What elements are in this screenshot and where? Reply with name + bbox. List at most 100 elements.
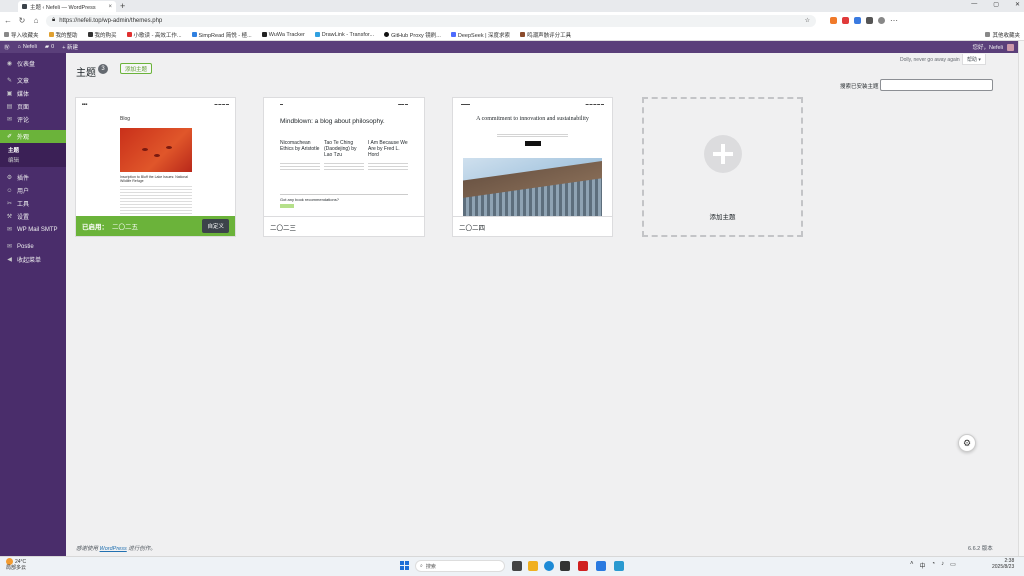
wordpress-favicon-icon (22, 4, 27, 9)
refresh-icon[interactable]: ↻ (18, 16, 26, 25)
wifi-icon[interactable]: ◔ (932, 561, 936, 570)
theme-card-active[interactable]: ■■■ ▬ ▬ ▬ ▬ Blog Inscription to Bluff the… (75, 97, 236, 237)
bookmark-item[interactable]: 我的整助 (48, 31, 78, 39)
preview-divider (280, 194, 408, 195)
comments-link[interactable]: ▰ 0 (45, 44, 54, 50)
bookmark-item[interactable]: WuWa Tracker (261, 32, 305, 38)
sidebar-item-posts[interactable]: ✎ 文章 (0, 74, 66, 87)
extension-icon[interactable] (866, 17, 873, 24)
tab-close-icon[interactable]: × (108, 4, 112, 10)
preview-question: Got any book recommendations? (280, 197, 339, 202)
edge-icon[interactable] (544, 561, 554, 571)
customize-button[interactable]: 自定义 (202, 219, 229, 233)
extension-icon[interactable] (854, 17, 861, 24)
media-icon: ▣ (6, 91, 13, 97)
page-scrollbar[interactable] (1018, 41, 1024, 556)
wps-icon[interactable] (578, 561, 588, 571)
bookmark-item[interactable]: 导入收藏夹 (4, 31, 39, 39)
theme-card[interactable]: ▬▬▬ ▬ ▬ ▬ ▬ ▬ A commitment to innovation … (452, 97, 613, 237)
taskbar-search[interactable]: ⌕ 搜索 (415, 560, 505, 572)
dashboard-icon: ◉ (6, 61, 13, 67)
bookmark-item[interactable]: DeepSeek | 深度求索 (450, 31, 510, 39)
home-icon: ⌂ (17, 44, 21, 50)
preview-post: Nicomachean Ethics by Aristotle (280, 140, 320, 152)
add-theme-card[interactable]: 添加主题 (642, 97, 803, 237)
wp-logo-icon[interactable]: Ⓦ (4, 43, 10, 51)
new-content-link[interactable]: + 新建 (62, 43, 78, 51)
taskbar-clock[interactable]: 2:38 2025/8/23 (992, 558, 1014, 570)
extension-icon[interactable] (830, 17, 837, 24)
sidebar-item-tools[interactable]: ✂ 工具 (0, 197, 66, 210)
profile-icon[interactable] (878, 17, 885, 24)
new-tab-button[interactable]: + (120, 1, 125, 11)
github-icon (384, 32, 390, 37)
sidebar-item-dashboard[interactable]: ◉ 仪表盘 (0, 57, 66, 70)
theme-card-footer: 二〇二四 (453, 216, 612, 236)
page-icon: ▤ (6, 104, 13, 110)
address-bar[interactable]: 🔒︎ https://nefeli.top/wp-admin/themes.ph… (46, 14, 816, 27)
preview-text-lines (280, 162, 320, 172)
preview-button (525, 141, 541, 146)
assistant-float-icon[interactable]: ⚙ (958, 434, 976, 452)
chevron-up-icon[interactable]: ˄ (910, 561, 914, 570)
sidebar-item-media[interactable]: ▣ 媒体 (0, 87, 66, 100)
bookmark-item[interactable]: 我的购买 (87, 31, 117, 39)
sidebar-item-pages[interactable]: ▤ 页面 (0, 100, 66, 113)
add-theme-button[interactable]: 添加主题 (120, 63, 153, 74)
star-icon[interactable]: ☆ (805, 17, 810, 24)
submenu-item-themes[interactable]: 主题 (0, 145, 66, 155)
ime-icon[interactable]: 中 (920, 561, 926, 570)
settings-icon: ⚒ (6, 214, 13, 220)
sidebar-item-postie[interactable]: ✉ Postie (0, 240, 66, 253)
theme-name: 二〇二五 (112, 224, 138, 231)
back-icon[interactable]: ← (4, 16, 12, 25)
brush-icon: ✐ (6, 134, 13, 140)
minimize-button[interactable]: — (971, 1, 977, 8)
bookmark-item[interactable]: DrawLink - Transfor... (314, 32, 374, 38)
task-view-icon[interactable] (512, 561, 522, 571)
preview-title: Blog (120, 116, 131, 122)
theme-card-footer: 二〇二三 (264, 216, 424, 236)
battery-icon[interactable]: ▭ (950, 561, 956, 570)
preview-headline: A commitment to innovation and sustainab… (476, 116, 589, 122)
bookmark-item[interactable]: 鸣潮声骸评分工具 (520, 31, 571, 39)
submenu-item-editor[interactable]: 编辑 (0, 155, 66, 165)
preview-image (463, 158, 602, 218)
close-window-button[interactable]: ✕ (1015, 1, 1020, 8)
sidebar-item-appearance[interactable]: ✐ 外观 (0, 130, 66, 143)
other-bookmarks[interactable]: 其他收藏夹 (985, 31, 1020, 39)
bookmark-icon (48, 32, 54, 37)
site-name-link[interactable]: ⌂ Nefeli (18, 44, 37, 50)
file-explorer-icon[interactable] (528, 561, 538, 571)
sidebar-item-users[interactable]: ☺ 用户 (0, 184, 66, 197)
volume-icon[interactable]: ♪ (941, 561, 944, 570)
bookmark-item[interactable]: 小歌读 - 高效工作... (126, 31, 182, 39)
menu-dots-icon[interactable]: ⋯ (890, 16, 898, 25)
wordpress-link[interactable]: WordPress (100, 546, 127, 552)
start-button[interactable] (400, 561, 409, 570)
bookmark-item[interactable]: GitHub Proxy 镜刷... (384, 31, 441, 39)
extension-icon[interactable] (842, 17, 849, 24)
theme-card[interactable]: ▬ ▬▬ ▬ Mindblown: a blog about philosophy… (263, 97, 425, 237)
bookmark-item[interactable]: SimpRead 简悦 - 極... (191, 31, 252, 39)
browser-tab[interactable]: 主题 ‹ Nefeli — WordPress × (18, 1, 116, 12)
app-icon[interactable] (614, 561, 624, 571)
maximize-button[interactable]: ▢ (993, 1, 999, 8)
plus-icon (704, 135, 742, 173)
weather-widget[interactable]: 24°C 局部多云 (6, 558, 26, 571)
sidebar-item-settings[interactable]: ⚒ 设置 (0, 210, 66, 223)
preview-text-lines (497, 133, 568, 138)
help-tab-button[interactable]: 帮助 ▾ (962, 54, 986, 65)
home-icon[interactable]: ⌂ (32, 16, 40, 25)
preview-post: I Am Because We Are by Fred L. Hord (368, 140, 408, 158)
account-menu[interactable]: 您好，Nefeli (972, 43, 1014, 51)
theme-search-input[interactable] (880, 79, 993, 91)
sidebar-item-plugins[interactable]: ⚙ 插件 (0, 171, 66, 184)
sidebar-item-comments[interactable]: ✉ 评论 (0, 113, 66, 126)
deepseek-icon (450, 32, 456, 37)
sidebar-item-collapse[interactable]: ◀ 收起菜单 (0, 253, 66, 266)
mail-icon: ✉ (6, 227, 13, 233)
app-icon[interactable] (560, 561, 570, 571)
app-icon[interactable] (596, 561, 606, 571)
sidebar-item-wp-mail-smtp[interactable]: ✉ WP Mail SMTP (0, 223, 66, 236)
